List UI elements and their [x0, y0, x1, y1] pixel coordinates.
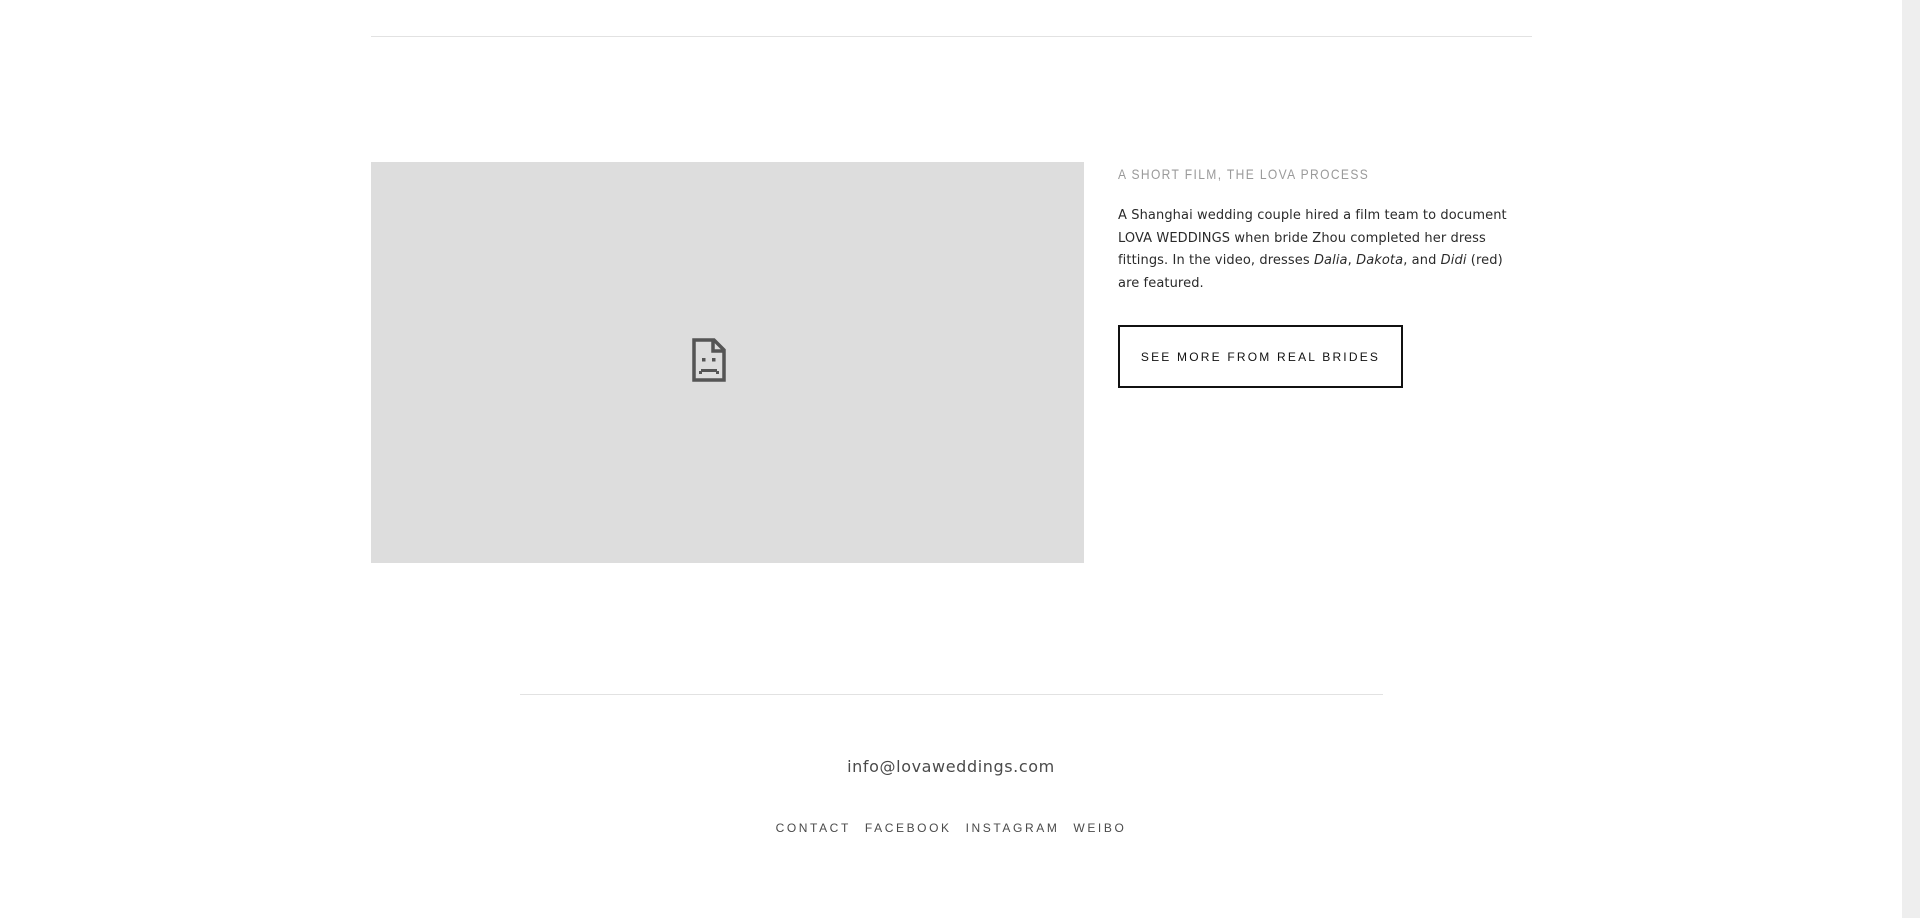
- broken-page-icon: [692, 338, 726, 382]
- footer-nav: CONTACT FACEBOOK INSTAGRAM WEIBO: [0, 821, 1902, 835]
- dress-didi: Didi: [1440, 253, 1467, 268]
- dress-dakota: Dakota: [1356, 253, 1404, 268]
- description-sep: ,: [1347, 253, 1357, 268]
- description-sep: , and: [1403, 253, 1441, 268]
- see-more-real-brides-button[interactable]: SEE MORE FROM REAL BRIDES: [1118, 325, 1403, 388]
- feature-heading: A SHORT FILM, THE LOVA PROCESS: [1118, 166, 1370, 182]
- page: A SHORT FILM, THE LOVA PROCESS A Shangha…: [0, 0, 1920, 918]
- footer-link-facebook[interactable]: FACEBOOK: [865, 821, 952, 835]
- footer-divider: [520, 694, 1383, 695]
- scrollbar[interactable]: [1902, 0, 1920, 918]
- top-divider: [371, 36, 1532, 37]
- video-embed[interactable]: [371, 162, 1084, 563]
- feature-info: A SHORT FILM, THE LOVA PROCESS A Shangha…: [1118, 162, 1518, 388]
- feature-description: A Shanghai wedding couple hired a film t…: [1118, 205, 1518, 295]
- footer-link-contact[interactable]: CONTACT: [776, 821, 851, 835]
- dress-dalia: Dalia: [1313, 253, 1348, 268]
- footer-link-weibo[interactable]: WEIBO: [1073, 821, 1126, 835]
- footer-link-instagram[interactable]: INSTAGRAM: [966, 821, 1060, 835]
- contact-email-link[interactable]: info@lovaweddings.com: [0, 757, 1902, 776]
